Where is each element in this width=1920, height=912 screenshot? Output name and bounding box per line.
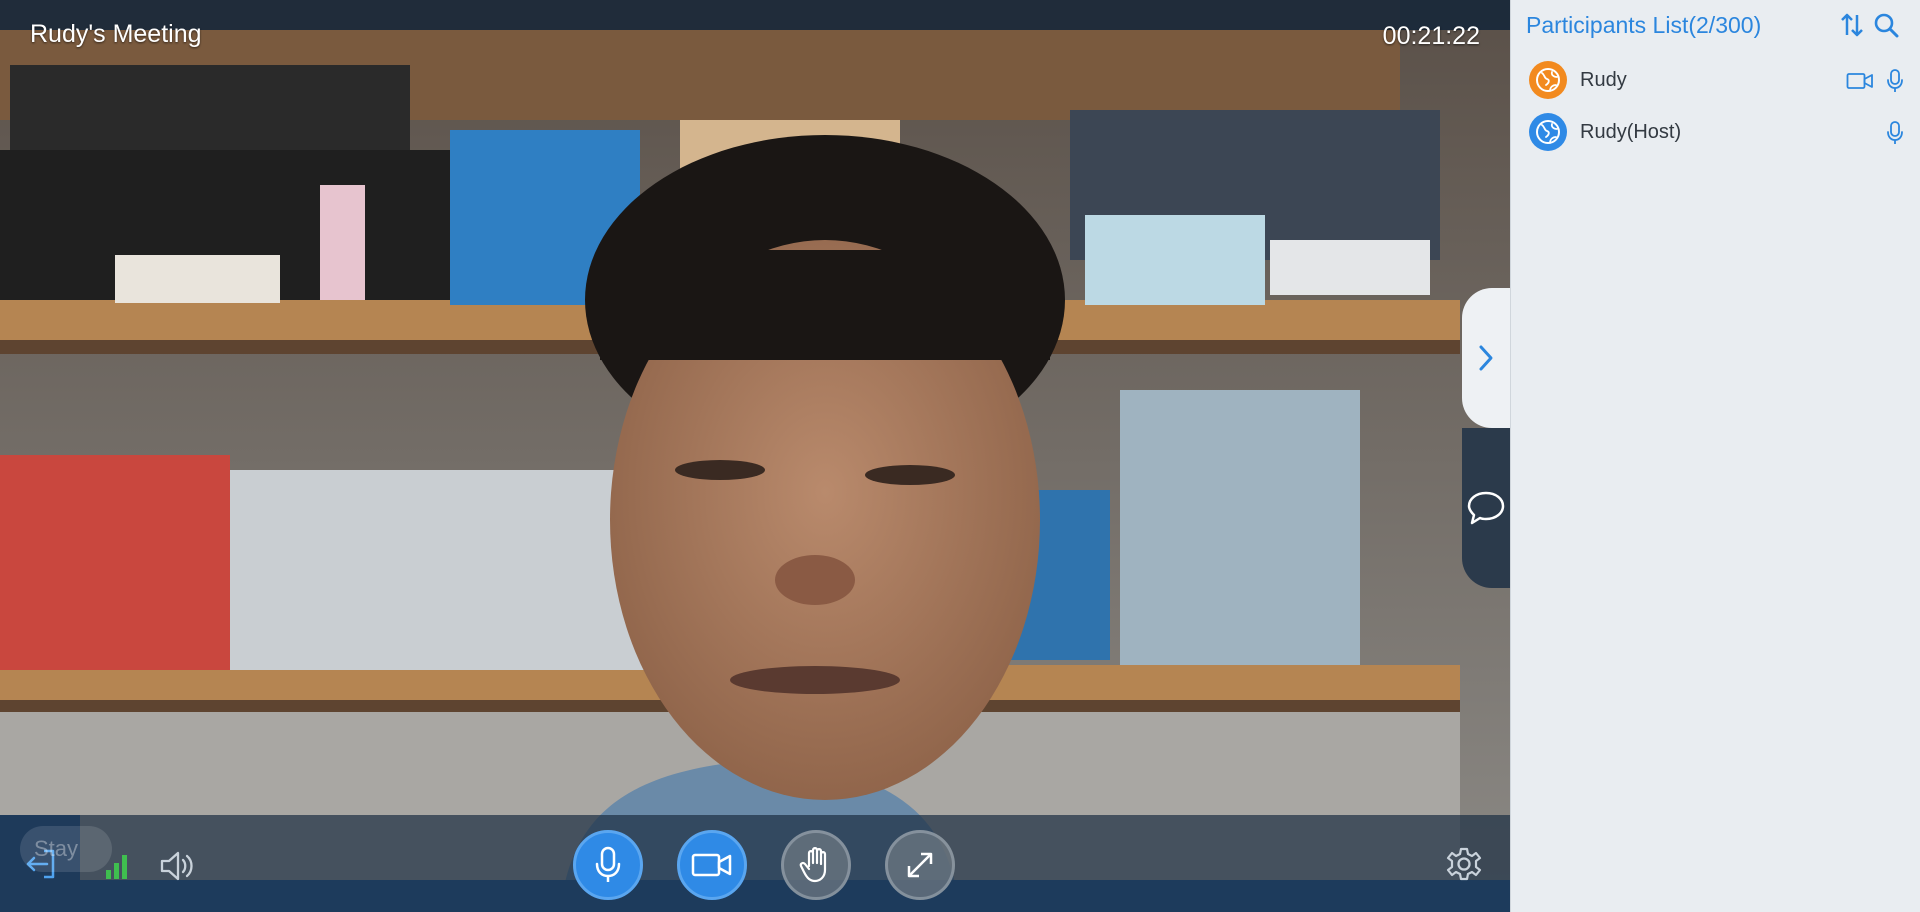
participants-sidebar: Participants List(2/300) Rudy Rudy(Host) — [1510, 0, 1920, 912]
chevron-right-icon — [1479, 345, 1493, 371]
participants-title: Participants List(2/300) — [1526, 12, 1762, 38]
microphone-icon — [1887, 69, 1903, 92]
globe-icon — [1536, 68, 1560, 92]
bottom-strip — [0, 880, 1510, 912]
avatar — [1529, 113, 1567, 151]
video-camera-icon — [1846, 73, 1873, 89]
participant-audio-status — [1881, 67, 1909, 95]
participant-name: Rudy — [1580, 69, 1627, 91]
participant-row[interactable]: Rudy — [1511, 55, 1920, 107]
top-strip — [0, 0, 1510, 30]
gear-icon — [1446, 847, 1482, 881]
globe-icon — [1536, 120, 1560, 144]
sidebar-header: Participants List(2/300) — [1511, 0, 1920, 52]
participant-name: Rudy(Host) — [1580, 121, 1682, 143]
meeting-timer: 00:21:22 — [1382, 22, 1480, 50]
chat-button[interactable] — [1462, 428, 1510, 588]
participant-audio-status — [1881, 119, 1909, 147]
video-area: Rudy's Meeting 00:21:22 Stay — [0, 0, 1510, 912]
participant-video-status — [1846, 67, 1874, 95]
fullscreen-button[interactable] — [885, 830, 955, 900]
microphone-icon — [1887, 121, 1903, 144]
signal-bars-icon — [106, 855, 127, 879]
video-camera-icon — [691, 853, 732, 877]
camera-button[interactable] — [677, 830, 747, 900]
collapse-sidebar-button[interactable] — [1462, 288, 1510, 428]
avatar — [1529, 61, 1567, 99]
network-status[interactable] — [104, 850, 130, 882]
speaker-icon — [160, 851, 193, 881]
participant-row[interactable]: Rudy(Host) — [1511, 107, 1920, 159]
speaker-button[interactable] — [158, 846, 198, 886]
search-button[interactable] — [1871, 10, 1901, 40]
sort-button[interactable] — [1837, 10, 1867, 40]
video-feed — [0, 0, 1510, 912]
hand-icon — [799, 847, 827, 883]
microphone-icon — [595, 846, 621, 882]
ghost-tooltip: Stay — [20, 826, 112, 872]
meeting-title: Rudy's Meeting — [30, 20, 202, 48]
expand-icon — [907, 852, 933, 878]
search-icon — [1874, 13, 1899, 38]
chat-bubble-icon — [1467, 491, 1505, 525]
sort-icon — [1841, 13, 1863, 37]
settings-button[interactable] — [1444, 844, 1484, 884]
microphone-button[interactable] — [573, 830, 643, 900]
raise-hand-button[interactable] — [781, 830, 851, 900]
